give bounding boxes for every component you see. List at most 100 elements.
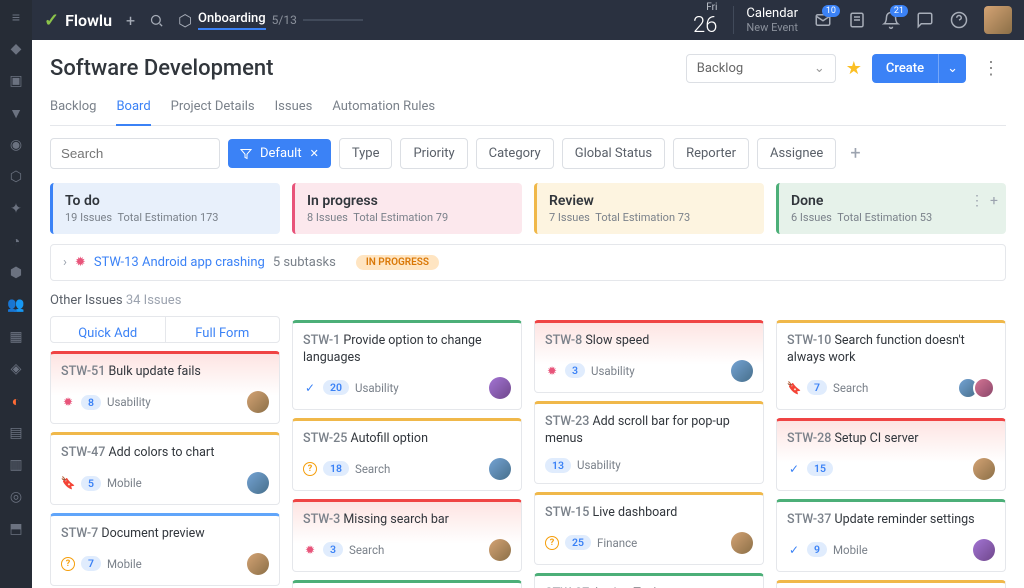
brand[interactable]: ✓ Flowlu: [44, 10, 112, 31]
user-avatar[interactable]: [984, 6, 1012, 34]
nav-item-3[interactable]: ▼: [7, 104, 25, 122]
add-filter-icon[interactable]: +: [844, 143, 866, 164]
issue-card[interactable]: STW-10 Search function doesn't always wo…: [776, 320, 1006, 410]
add-icon[interactable]: +: [126, 11, 135, 30]
inbox-icon[interactable]: 10: [814, 11, 832, 29]
issue-card[interactable]: STW-28 Setup CI server✓15: [776, 418, 1006, 491]
sidebar-nav: ≡ ◆ ▣ ▼ ◉ ⬡ ✦ ◔ ⬢ 👥 ▦ ◈ ◐ ▤ ▥ ◎ ⬒: [0, 0, 32, 588]
issue-card[interactable]: STW-47 Add colors to chart🔖5Mobile: [50, 432, 280, 505]
nav-item-6[interactable]: ✦: [7, 200, 25, 218]
filter-category[interactable]: Category: [476, 138, 554, 169]
chevron-right-icon: ›: [63, 255, 67, 270]
help-icon[interactable]: [950, 11, 968, 29]
nav-item-14[interactable]: ◎: [7, 488, 25, 506]
pinned-issue[interactable]: ›✹STW-13 Android app crashing5 subtasksI…: [50, 244, 1006, 281]
chat-icon[interactable]: [916, 11, 934, 29]
nav-item-15[interactable]: ⬒: [7, 520, 25, 538]
tab-issues[interactable]: Issues: [275, 93, 313, 125]
filter-priority[interactable]: Priority: [400, 138, 467, 169]
card-title: STW-28 Setup CI server: [787, 431, 995, 448]
issue-card[interactable]: STW-8 Slow speed✹3Usability: [534, 320, 764, 393]
issue-card[interactable]: STW-37 Update reminder settings✓9Mobile: [776, 499, 1006, 572]
assignee-avatar: [973, 539, 995, 561]
filter-assignee[interactable]: Assignee: [757, 138, 836, 169]
tab-project-details[interactable]: Project Details: [171, 93, 255, 125]
column-header[interactable]: Done6 Issues Total Estimation 53⋮+: [776, 183, 1006, 234]
rocket-icon: ⬡: [178, 11, 192, 30]
more-icon[interactable]: ⋮: [976, 58, 1006, 79]
issue-card[interactable]: STW-7 Document preview?7Mobile: [50, 513, 280, 586]
nav-item-7[interactable]: ◔: [7, 232, 25, 250]
nav-item-9[interactable]: 👥: [7, 296, 25, 314]
filter-global-status[interactable]: Global Status: [562, 138, 665, 169]
search-input[interactable]: [50, 138, 220, 169]
estimation-badge: 3: [565, 363, 585, 378]
column-more-icon[interactable]: ⋮: [970, 193, 984, 209]
nav-item-1[interactable]: ◆: [7, 40, 25, 58]
onboarding[interactable]: ⬡ Onboarding 5/13: [178, 11, 363, 30]
estimation-badge: 18: [323, 461, 349, 476]
notes-icon[interactable]: [848, 11, 866, 29]
calendar-block[interactable]: Calendar New Event: [733, 6, 798, 34]
brand-icon: ✓: [44, 10, 59, 31]
estimation-badge: 7: [81, 556, 101, 571]
column-header[interactable]: In progress8 Issues Total Estimation 79: [292, 183, 522, 234]
nav-item-11[interactable]: ◈: [7, 360, 25, 378]
search-icon[interactable]: [149, 13, 164, 28]
issue-card[interactable]: STW-12 Poor readability🔖8Usability: [776, 580, 1006, 588]
category-label: Search: [833, 381, 868, 395]
assignee-avatars: [963, 377, 995, 399]
issue-card[interactable]: STW-51 Bulk update fails✹8Usability: [50, 351, 280, 424]
column-title: Review: [549, 193, 752, 209]
category-label: Usability: [107, 395, 151, 409]
nav-item-2[interactable]: ▣: [7, 72, 25, 90]
nav-item-5[interactable]: ⬡: [7, 168, 25, 186]
issue-card[interactable]: STW-27 Assign Task to area?9Collaboratio…: [534, 573, 764, 588]
nav-menu-icon[interactable]: ≡: [7, 8, 25, 26]
column-add-icon[interactable]: +: [990, 193, 998, 209]
nav-item-12[interactable]: ▤: [7, 424, 25, 442]
nav-item-10[interactable]: ▦: [7, 328, 25, 346]
quick-actions: Quick AddFull Form: [50, 316, 280, 343]
clear-filter-icon[interactable]: ✕: [310, 147, 319, 160]
star-icon[interactable]: ★: [846, 58, 862, 79]
issue-card[interactable]: STW-1 Provide option to change languages…: [292, 320, 522, 410]
tab-backlog[interactable]: Backlog: [50, 93, 96, 125]
nav-item-4[interactable]: ◉: [7, 136, 25, 154]
category-label: Usability: [355, 381, 399, 395]
full-form-button[interactable]: Full Form: [166, 317, 280, 342]
inbox-badge: 10: [822, 5, 840, 17]
issue-card[interactable]: STW-4 PDF export?10Finance: [292, 580, 522, 588]
assignee-avatar: [247, 472, 269, 494]
issue-card[interactable]: STW-23 Add scroll bar for pop-up menus13…: [534, 401, 764, 484]
date-block[interactable]: Fri 26: [693, 2, 717, 38]
tab-board[interactable]: Board: [116, 93, 150, 126]
bookmark-icon: 🔖: [61, 476, 75, 490]
assignee-avatar: [973, 458, 995, 480]
create-button[interactable]: Create: [872, 54, 938, 83]
issue-card[interactable]: STW-3 Missing search bar✹3Search: [292, 499, 522, 572]
date-day: Fri: [693, 2, 717, 13]
check-icon: ✓: [303, 381, 317, 395]
filter-reporter[interactable]: Reporter: [673, 138, 749, 169]
nav-item-active[interactable]: ◐: [7, 392, 25, 410]
bell-icon[interactable]: 21: [882, 11, 900, 29]
column-header[interactable]: To do19 Issues Total Estimation 173: [50, 183, 280, 234]
nav-item-13[interactable]: ▥: [7, 456, 25, 474]
filter-type[interactable]: Type: [339, 138, 393, 169]
card-title: STW-51 Bulk update fails: [61, 364, 269, 381]
filter-default[interactable]: Default ✕: [228, 139, 331, 168]
card-title: STW-47 Add colors to chart: [61, 445, 269, 462]
create-dropdown[interactable]: ⌄: [938, 54, 966, 83]
nav-item-8[interactable]: ⬢: [7, 264, 25, 282]
bell-badge: 21: [890, 5, 908, 17]
date-num: 26: [693, 13, 717, 38]
column-header[interactable]: Review7 Issues Total Estimation 73: [534, 183, 764, 234]
issue-card[interactable]: STW-15 Live dashboard?25Finance: [534, 492, 764, 565]
tab-automation[interactable]: Automation Rules: [332, 93, 435, 125]
bug-icon: ✹: [545, 364, 559, 378]
issue-card[interactable]: STW-25 Autofill option?18Search: [292, 418, 522, 491]
view-select[interactable]: Backlog: [686, 54, 836, 83]
column-meta: 8 Issues Total Estimation 79: [307, 211, 510, 224]
quick-add-button[interactable]: Quick Add: [51, 317, 166, 342]
